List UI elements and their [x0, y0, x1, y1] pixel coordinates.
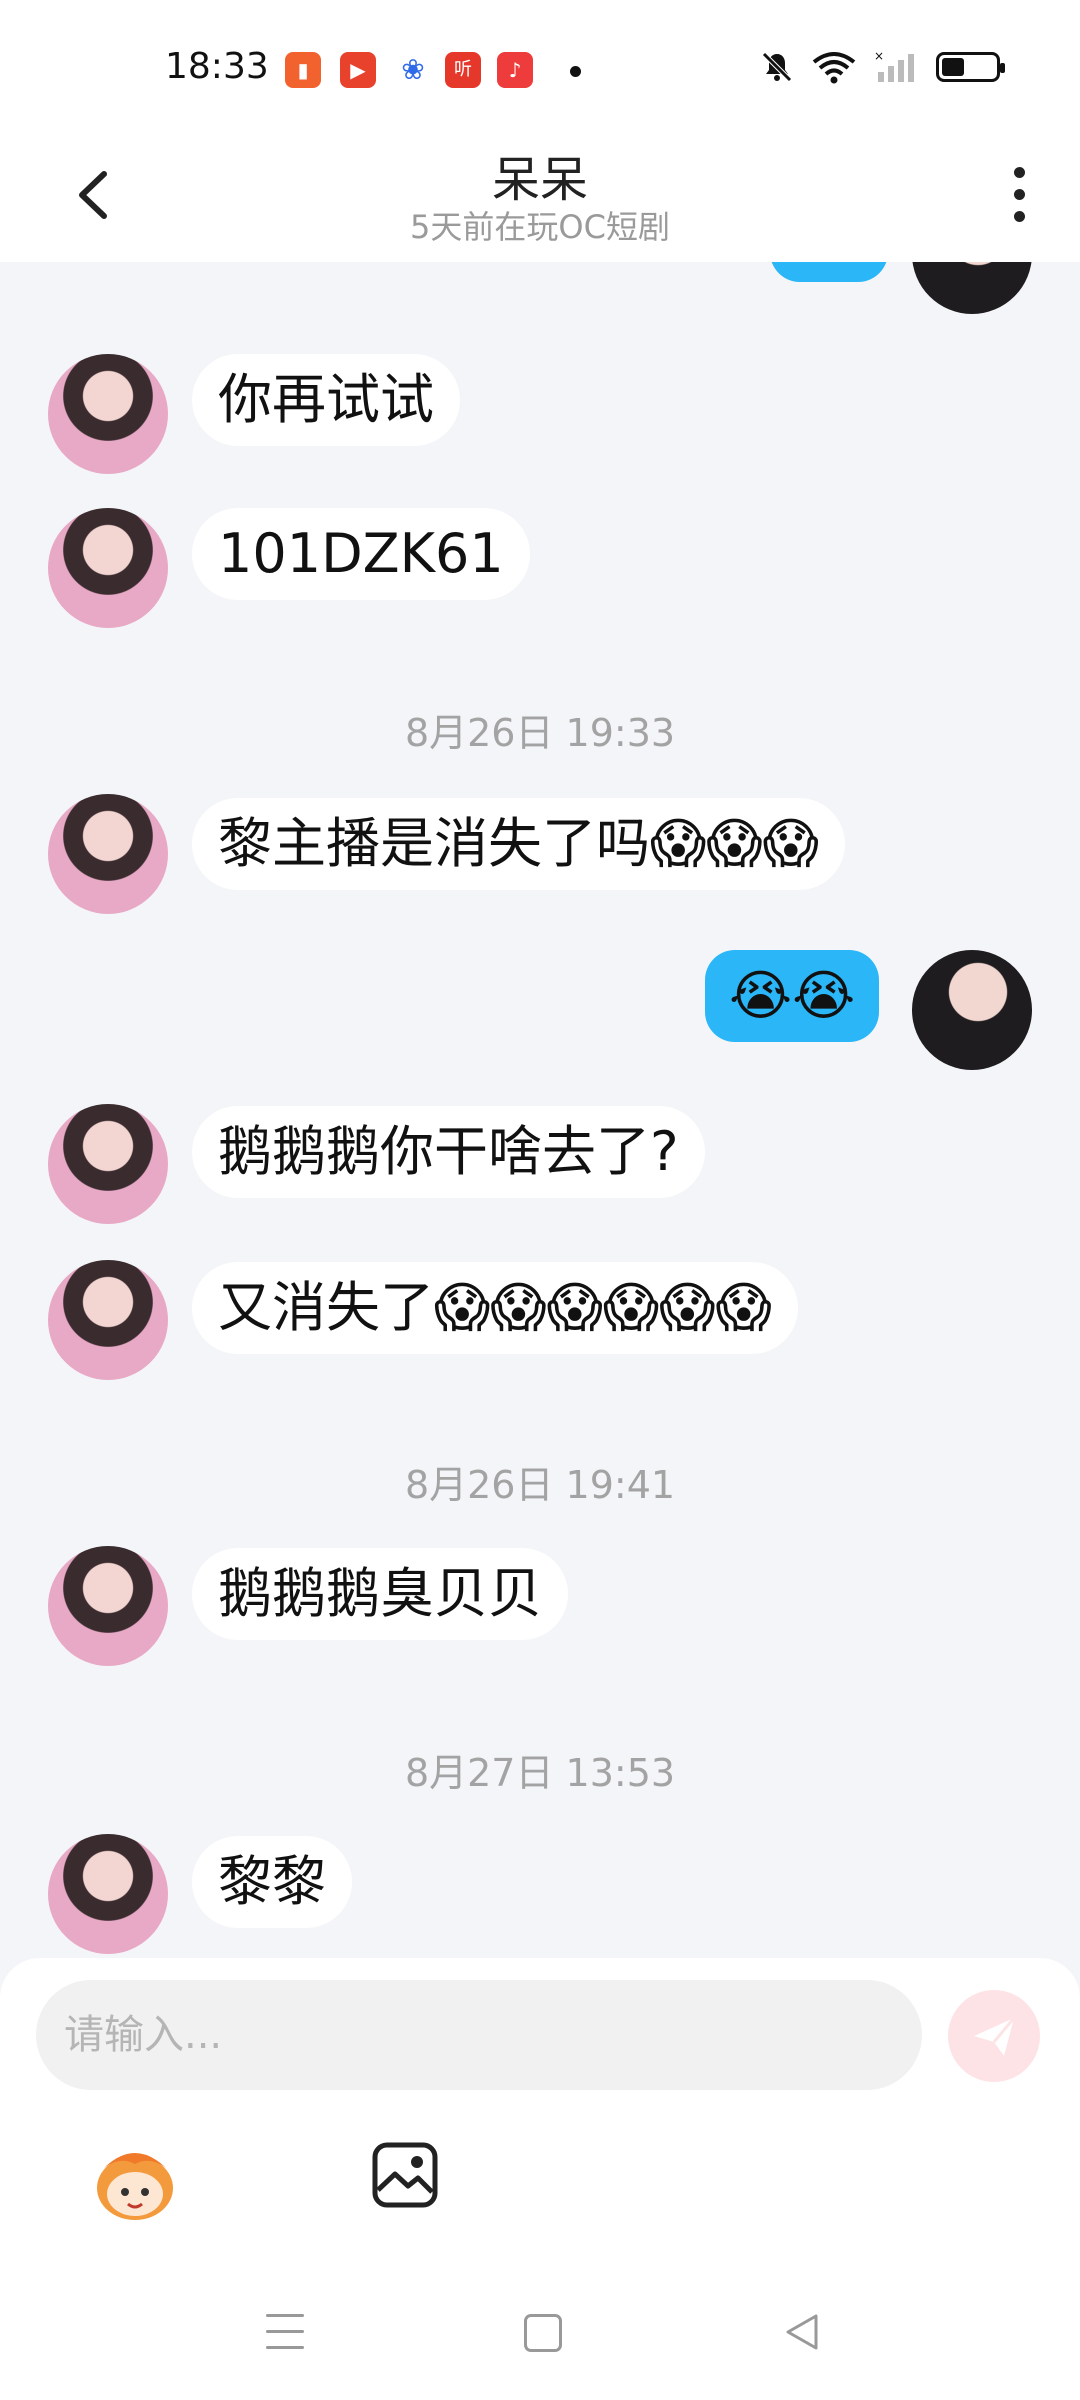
message-timestamp: 8月26日 19:33: [404, 711, 676, 755]
send-plane-icon: [974, 2017, 1016, 2056]
my-avatar[interactable]: [912, 262, 1032, 314]
sticker-emoji-button[interactable]: [90, 2138, 180, 2228]
message-input[interactable]: [36, 1980, 922, 2090]
system-back-button[interactable]: [782, 2312, 822, 2352]
video-app-icon: ▶: [340, 52, 376, 88]
contact-avatar[interactable]: [48, 1546, 168, 1666]
contact-avatar[interactable]: [48, 1260, 168, 1380]
message-bubble[interactable]: 鹅鹅鹅臭贝贝: [192, 1548, 568, 1640]
message-bubble[interactable]: 你再试试: [192, 354, 460, 446]
menu-line-icon: [266, 2330, 304, 2333]
message-bubble[interactable]: 黎主播是消失了吗😱😱😱: [192, 798, 845, 890]
more-options-button[interactable]: [1004, 162, 1034, 232]
contact-avatar[interactable]: [48, 354, 168, 474]
message-bubble[interactable]: 又消失了😱😱😱😱😱😱: [192, 1262, 798, 1354]
my-message-bubble[interactable]: 😭😭: [705, 950, 880, 1042]
music-app-icon: ♪: [497, 52, 533, 88]
battery-icon: [936, 52, 1005, 82]
notification-dot-icon: [570, 66, 581, 77]
message-list[interactable]: 你再试试 101DZK61 8月26日 19:33 黎主播是消失了吗😱😱😱 😭😭…: [0, 262, 1080, 1958]
my-avatar[interactable]: [912, 950, 1032, 1070]
status-time: 18:33: [165, 46, 269, 87]
signal-icon: ×: [874, 50, 914, 82]
contact-avatar[interactable]: [48, 1104, 168, 1224]
baidu-app-icon: ❀: [401, 53, 425, 86]
input-panel: [0, 1958, 1080, 2258]
more-dot-icon: [1013, 211, 1025, 222]
mute-bell-icon: [762, 52, 792, 82]
menu-line-icon: [266, 2346, 304, 2349]
status-bar: 18:33 ▮ ▶ ❀ 听 ♪ ×: [0, 0, 1080, 140]
message-timestamp: 8月26日 19:41: [404, 1463, 676, 1507]
reader-app-icon: ▮: [285, 52, 321, 88]
home-button[interactable]: [524, 2314, 562, 2352]
contact-name: 呆呆: [491, 152, 588, 208]
message-bubble[interactable]: 黎黎: [192, 1836, 352, 1928]
message-bubble[interactable]: 鹅鹅鹅你干啥去了?: [192, 1106, 705, 1198]
message-timestamp: 8月27日 13:53: [404, 1751, 676, 1795]
contact-avatar[interactable]: [48, 794, 168, 914]
message-bubble-partial: [770, 262, 888, 282]
chat-header: 呆呆 5天前在玩OC短剧: [0, 140, 1080, 262]
message-bubble[interactable]: 101DZK61: [192, 508, 530, 600]
system-navigation-bar: [0, 2258, 1080, 2400]
more-dot-icon: [1013, 167, 1025, 178]
status-indicators: ×: [760, 50, 1005, 84]
svg-text:×: ×: [874, 50, 884, 63]
contact-status: 5天前在玩OC短剧: [410, 208, 670, 246]
send-button[interactable]: [948, 1990, 1040, 2082]
more-dot-icon: [1013, 189, 1025, 200]
menu-line-icon: [266, 2314, 304, 2317]
image-picker-button[interactable]: [370, 2140, 440, 2210]
recent-apps-button[interactable]: [266, 2314, 308, 2354]
contact-avatar[interactable]: [48, 508, 168, 628]
wifi-icon: [812, 52, 856, 84]
chat-screen: 18:33 ▮ ▶ ❀ 听 ♪ × 呆呆 5天前在玩OC短剧 你再试试 101D…: [0, 0, 1080, 2400]
contact-avatar[interactable]: [48, 1834, 168, 1954]
ting-app-icon: 听: [445, 52, 481, 88]
